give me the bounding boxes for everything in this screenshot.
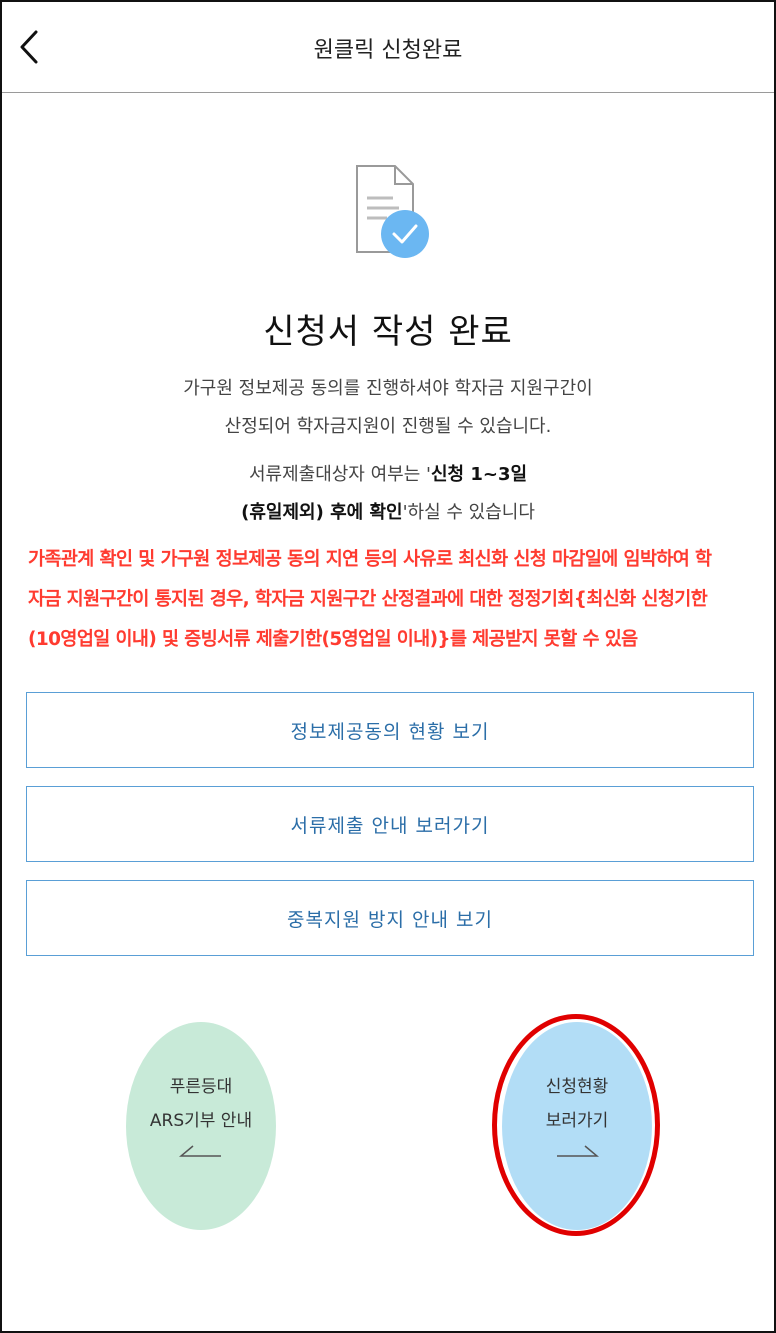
application-status-button[interactable]: 신청현황 보러가기 [502, 1022, 652, 1230]
ars-donation-button[interactable]: 푸른등대 ARS기부 안내 [126, 1022, 276, 1230]
warning-line-1: 가족관계 확인 및 가구원 정보제공 동의 지연 등의 사유로 최신화 신청 마… [28, 549, 712, 570]
application-status-title: 신청현황 [545, 1077, 609, 1097]
ars-donation-subtitle: ARS기부 안내 [149, 1111, 253, 1131]
document-check-icon [356, 165, 429, 258]
ars-donation-title: 푸른등대 [169, 1077, 233, 1097]
description-line-2: 산정되어 학자금지원이 진행될 수 있습니다. [224, 416, 552, 437]
warning-line-2: 자금 지원구간이 통지된 경우, 학자금 지원구간 산정결과에 대한 정정기회{… [28, 589, 708, 610]
app-screen: 원클릭 신청완료 신청서 작성 완료 가구원 정보제공 동의를 진행하셔야 학자… [0, 0, 776, 1333]
notice-line-1: 서류제출대상자 여부는 '신청 1~3일 [42, 460, 734, 486]
notice-bold-1: 신청 1~3일 [430, 464, 528, 485]
arrow-left-icon [179, 1145, 221, 1157]
description-line-1: 가구원 정보제공 동의를 진행하셔야 학자금 지원구간이 [183, 378, 593, 399]
notice-line-2: (휴일제외) 후에 확인'하실 수 있습니다 [42, 498, 734, 524]
duplicate-guide-button[interactable]: 중복지원 방지 안내 보기 [26, 880, 754, 956]
notice-bold-2: (휴일제외) 후에 확인 [241, 502, 403, 523]
document-guide-button[interactable]: 서류제출 안내 보러가기 [26, 786, 754, 862]
header-bar: 원클릭 신청완료 [2, 2, 774, 93]
page-title: 원클릭 신청완료 [313, 38, 463, 63]
notice-suffix: '하실 수 있습니다 [402, 502, 535, 523]
consent-status-button[interactable]: 정보제공동의 현황 보기 [26, 692, 754, 768]
notice-prefix: 서류제출대상자 여부는 ' [248, 464, 431, 485]
arrow-right-icon [557, 1145, 599, 1157]
warning-line-3: (10영업일 이내) 및 증빙서류 제출기한(5영업일 이내)}를 제공받지 못… [28, 629, 638, 650]
application-status-subtitle: 보러가기 [545, 1111, 609, 1131]
completion-title: 신청서 작성 완료 [263, 312, 513, 352]
